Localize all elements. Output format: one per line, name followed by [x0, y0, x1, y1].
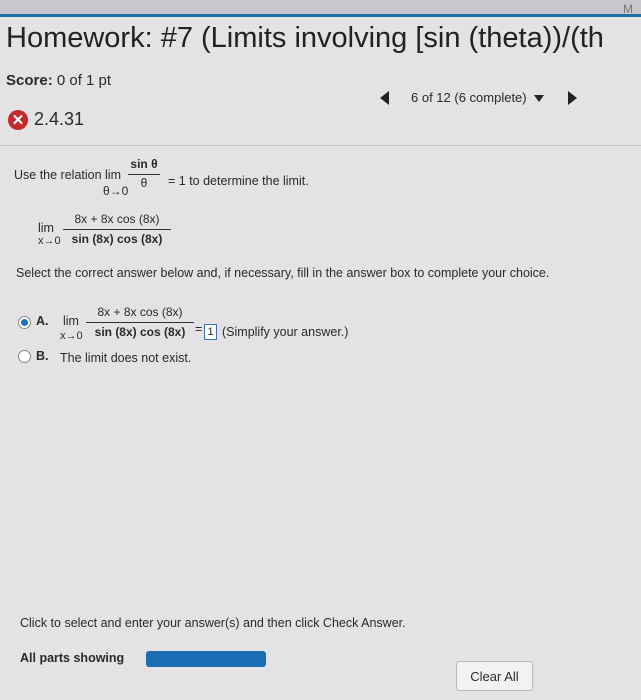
x-icon: ✕: [8, 109, 28, 130]
instruction-text: Select the correct answer below and, if …: [16, 266, 550, 280]
page-title: Homework: #7 (Limits involving [sin (the…: [6, 22, 604, 54]
fraction-bar: [63, 229, 171, 230]
relation-subscript: θ→0: [103, 184, 129, 198]
choice-a-lim: lim: [63, 314, 79, 328]
limit-subscript: x→0: [38, 235, 61, 247]
choice-a-hint: (Simplify your answer.): [222, 325, 349, 339]
choice-b-text: The limit does not exist.: [60, 351, 192, 365]
choice-b-letter: B.: [36, 349, 49, 363]
relation-suffix: = 1 to determine the limit.: [168, 174, 309, 188]
question-id: ✕ 2.4.31: [8, 109, 84, 130]
choice-a-equals: =: [195, 322, 203, 336]
chevron-down-icon: [534, 95, 545, 103]
relation-denominator: θ: [140, 176, 148, 190]
choice-a-denominator: sin (8x) cos (8x): [94, 325, 186, 339]
top-bar: [0, 0, 641, 17]
fraction-bar: [86, 322, 194, 323]
fraction-bar: [128, 174, 160, 175]
relation-numerator: sin θ: [130, 157, 158, 171]
choice-a-numerator: 8x + 8x cos (8x): [97, 305, 183, 319]
corner-letter: M: [623, 2, 633, 16]
limit-denominator: sin (8x) cos (8x): [71, 232, 163, 246]
relation-prefix: Use the relation lim: [14, 168, 121, 182]
answer-input[interactable]: 1: [204, 324, 217, 340]
parts-progress-bar: [146, 651, 266, 667]
score: Score: 0 of 1 pt: [6, 72, 111, 89]
score-value: 0 of 1 pt: [52, 72, 112, 89]
all-parts-label: All parts showing: [20, 651, 125, 665]
choice-b-radio[interactable]: [18, 350, 31, 363]
question-selector[interactable]: 6 of 12 (6 complete): [411, 90, 545, 105]
previous-question-icon[interactable]: [380, 90, 389, 105]
limit-word: lim: [38, 221, 54, 235]
choice-a-subscript: x→0: [60, 330, 83, 342]
divider: [0, 145, 641, 146]
limit-numerator: 8x + 8x cos (8x): [74, 212, 160, 226]
footer-instruction: Click to select and enter your answer(s)…: [20, 616, 406, 630]
clear-all-button[interactable]: Clear All: [456, 661, 533, 691]
question-number: 2.4.31: [34, 109, 85, 129]
choice-a-letter: A.: [36, 314, 49, 328]
question-navigator: 6 of 12 (6 complete): [380, 90, 578, 105]
question-progress-text: 6 of 12 (6 complete): [411, 90, 527, 105]
choice-a-radio[interactable]: [18, 316, 31, 329]
score-label: Score:: [6, 72, 53, 89]
next-question-icon[interactable]: [568, 90, 578, 105]
